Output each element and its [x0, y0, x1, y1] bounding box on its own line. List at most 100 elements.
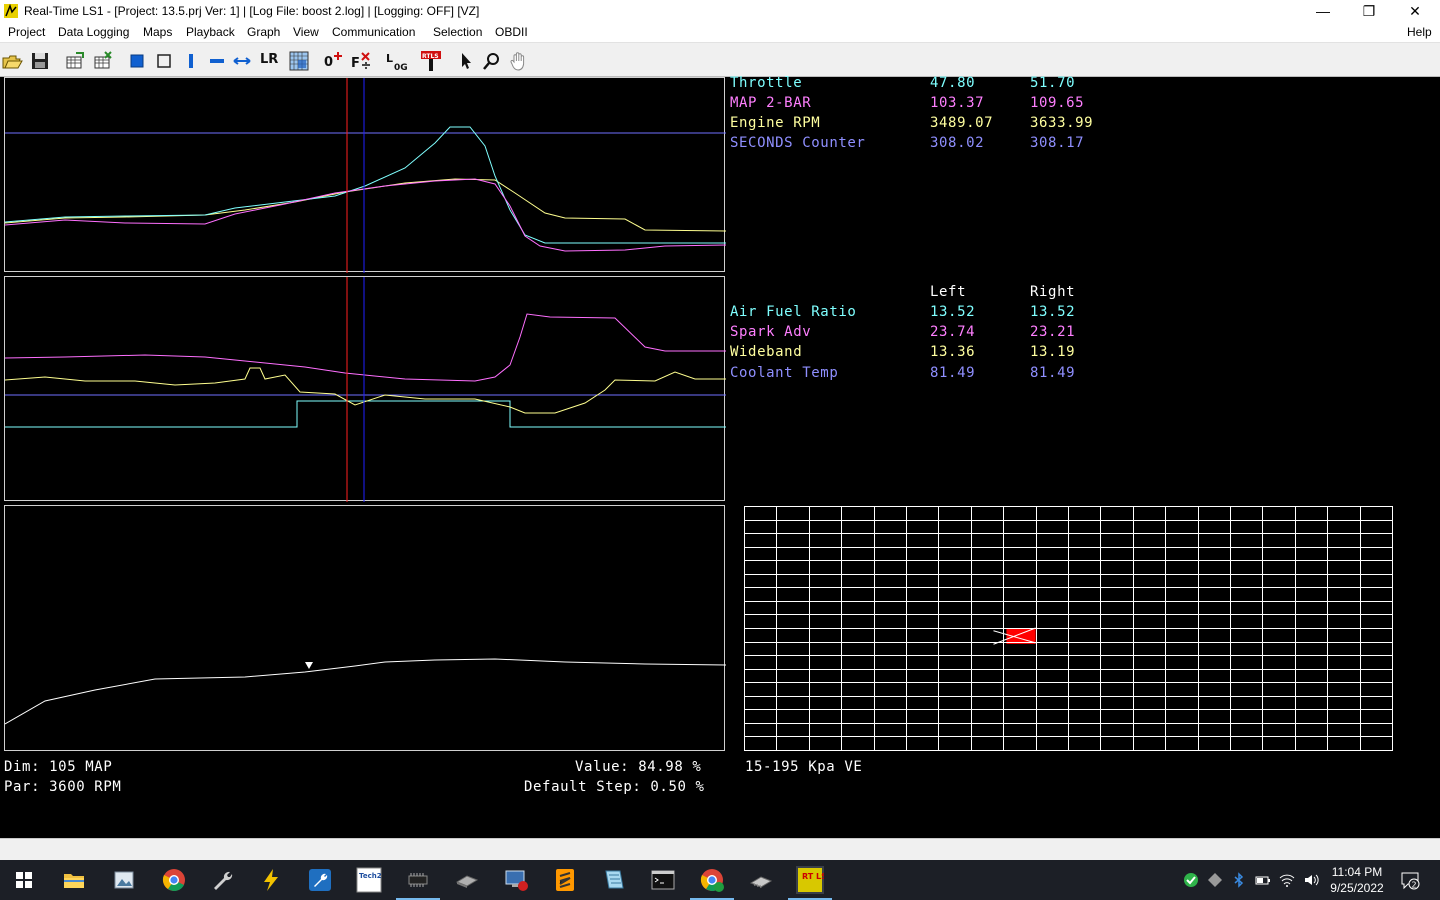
log-icon[interactable]: L 0G [385, 50, 408, 73]
menu-communication[interactable]: Communication [332, 25, 415, 39]
graph-panel-middle[interactable] [4, 276, 726, 502]
svg-text:RT LS1: RT LS1 [802, 872, 824, 881]
wifi-icon[interactable] [1279, 872, 1295, 888]
coolant-label: Coolant Temp [730, 365, 839, 381]
horizontal-arrows-icon[interactable] [231, 50, 253, 72]
blue-square-icon[interactable] [126, 50, 148, 72]
afr-left: 13.52 [930, 304, 976, 320]
map-trace [5, 178, 726, 252]
menu-bar: Project Data Logging Maps Playback Graph… [0, 23, 1440, 42]
chrome-profile-icon[interactable] [690, 866, 734, 900]
open-folder-icon[interactable] [1, 50, 23, 72]
afr-label: Air Fuel Ratio [730, 304, 857, 320]
app-icon [4, 4, 18, 18]
title-bar: Real-Time LS1 - [Project: 13.5.prj Ver: … [0, 0, 1440, 23]
bluetooth-icon[interactable] [1231, 872, 1247, 888]
fx-icon[interactable]: F [350, 50, 372, 72]
tech2win-icon[interactable]: Tech2 Win [355, 866, 399, 894]
sublime-icon[interactable] [551, 866, 579, 894]
menu-playback[interactable]: Playback [186, 25, 235, 39]
zero-plus-icon[interactable]: 0 [322, 50, 344, 72]
menu-obdii[interactable]: OBDII [495, 25, 528, 39]
save-icon[interactable] [29, 50, 51, 72]
file-explorer-icon[interactable] [60, 866, 88, 894]
security-check-icon[interactable] [1183, 872, 1199, 888]
rpm-left: 3489.07 [930, 115, 994, 131]
ecu-chip-icon[interactable] [396, 866, 440, 900]
save-table-icon[interactable] [92, 50, 114, 72]
grid-select-icon[interactable] [288, 50, 310, 72]
rpm-label: Engine RPM [730, 115, 821, 131]
menu-help[interactable]: Help [1407, 25, 1432, 39]
pointer-icon[interactable] [455, 50, 477, 72]
svg-text:0G: 0G [394, 63, 407, 72]
map-label: MAP 2-BAR [730, 95, 812, 111]
photos-icon[interactable] [110, 866, 138, 894]
menu-selection[interactable]: Selection [433, 25, 482, 39]
spark-right: 23.21 [1030, 324, 1076, 340]
menu-graph[interactable]: Graph [247, 25, 280, 39]
rpm-right: 3633.99 [1030, 115, 1094, 131]
throttle-trace [5, 126, 726, 244]
table-name: 15-195 Kpa VE [745, 759, 863, 775]
pin-icon[interactable]: RTLS [420, 50, 442, 72]
spark-label: Spark Adv [730, 324, 812, 340]
lightning-icon[interactable] [257, 866, 285, 894]
maximize-button[interactable]: ❐ [1346, 0, 1392, 23]
svg-text:F: F [351, 56, 360, 71]
notification-icon[interactable]: 2 [1400, 870, 1420, 890]
zoom-icon[interactable] [481, 50, 503, 72]
tuning-icon[interactable] [306, 866, 334, 894]
menu-maps[interactable]: Maps [143, 25, 172, 39]
par-readout: Par: 3600 RPM [4, 779, 122, 795]
svg-text:0: 0 [324, 55, 333, 70]
menu-project[interactable]: Project [8, 25, 45, 39]
window-title: Real-Time LS1 - [Project: 13.5.prj Ver: … [24, 4, 480, 18]
vertical-bar-icon[interactable] [180, 50, 202, 72]
wideband-label: Wideband [730, 344, 803, 360]
svg-text:L: L [386, 52, 393, 65]
graph-middle-plot [5, 277, 726, 502]
spark-trace [5, 313, 726, 382]
network-icon[interactable] [502, 866, 530, 894]
start-icon[interactable] [10, 866, 38, 894]
close-button[interactable]: ✕ [1392, 0, 1438, 23]
clock-time: 11:04 PM [1331, 865, 1383, 879]
coolant-left: 81.49 [930, 365, 976, 381]
hollow-square-icon[interactable] [153, 50, 175, 72]
load-table-icon[interactable] [64, 50, 86, 72]
map-right: 109.65 [1030, 95, 1085, 111]
minimize-button[interactable]: — [1300, 0, 1346, 23]
volume-icon[interactable] [1303, 872, 1319, 888]
terminal-icon[interactable] [649, 866, 677, 894]
throttle-label: Throttle [730, 75, 803, 91]
menu-view[interactable]: View [293, 25, 319, 39]
scanner-icon[interactable] [453, 866, 481, 894]
ve-cursor-marker [305, 662, 313, 669]
seconds-left: 308.02 [930, 135, 985, 151]
battery-icon[interactable] [1255, 872, 1271, 888]
svg-text:Tech2 Win: Tech2 Win [359, 872, 383, 880]
hand-icon[interactable] [508, 50, 530, 72]
ve-table-grid[interactable] [744, 506, 1393, 751]
wrench-icon[interactable] [208, 866, 236, 894]
lr-icon[interactable]: LR [260, 52, 278, 67]
notes-icon[interactable] [600, 866, 628, 894]
seconds-right: 308.17 [1030, 135, 1085, 151]
graph-panel-top[interactable] [4, 77, 726, 273]
system-clock[interactable]: 11:04 PM 9/25/2022 [1322, 864, 1392, 896]
chip-icon[interactable] [747, 866, 775, 894]
header-left: Left [930, 284, 967, 300]
rtls-icon[interactable]: RT LS1 [788, 866, 833, 900]
chrome-icon[interactable] [160, 866, 188, 894]
diamond-tray-icon[interactable] [1207, 872, 1223, 888]
wideband-left: 13.36 [930, 344, 976, 360]
throttle-left: 47.80 [930, 75, 976, 91]
ve-curve-panel[interactable] [4, 505, 726, 751]
status-bar [0, 838, 1440, 860]
seconds-label: SECONDS Counter [730, 135, 866, 151]
throttle-right: 51.70 [1030, 75, 1076, 91]
value-readout: Value: 84.98 % [575, 759, 702, 775]
horizontal-bar-icon[interactable] [206, 50, 228, 72]
menu-data-logging[interactable]: Data Logging [58, 25, 129, 39]
